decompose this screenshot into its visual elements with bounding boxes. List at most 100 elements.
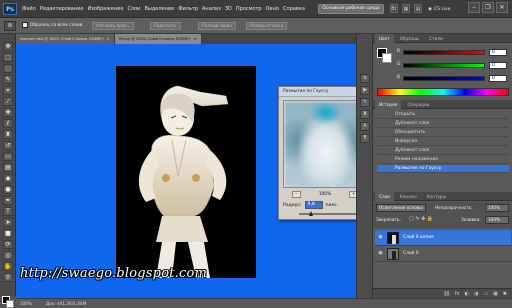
history-item[interactable]: Дубликат слоя [377, 147, 509, 155]
zoom-level[interactable]: 100% [20, 299, 32, 308]
refine-edge-button[interactable]: Уточнить края... [92, 22, 135, 30]
menu-layers[interactable]: Слои [127, 6, 140, 12]
menu-help[interactable]: Справка [283, 6, 305, 12]
new-layer-icon[interactable]: ▣ [493, 291, 498, 297]
link-icon[interactable]: ⛓ [443, 291, 449, 297]
background-color-swatch[interactable] [6, 300, 14, 308]
lasso-icon[interactable]: ◌ [3, 64, 13, 73]
type-icon[interactable]: T [3, 207, 13, 216]
color-bg-swatch[interactable] [382, 53, 392, 63]
layer-row[interactable]: ◉ Слой 0 [375, 246, 511, 262]
crop-icon[interactable]: ⌗ [3, 86, 13, 95]
color-ramp[interactable] [377, 88, 509, 96]
cs-live[interactable]: ◉ CS Live [428, 4, 451, 14]
actions-panel-icon[interactable]: ▶ [360, 86, 370, 95]
mask-icon[interactable]: ◐ [465, 291, 469, 297]
minibridge-icon[interactable]: ▦ [402, 4, 410, 13]
filter-preview[interactable] [283, 100, 367, 188]
layer-name[interactable]: Слой 0 копия [403, 233, 434, 243]
channel-r-slider[interactable] [403, 50, 485, 55]
history-panel-icon[interactable]: ⧖ [360, 74, 370, 83]
tab-actions[interactable]: Операции [403, 100, 433, 109]
fx-icon[interactable]: fx [455, 291, 460, 297]
trash-icon[interactable]: ✖ [503, 291, 507, 297]
menu-filter[interactable]: Фильтр [178, 6, 198, 12]
eye-icon[interactable]: ◉ [377, 234, 384, 241]
brush-panel-icon[interactable]: ✎ [360, 98, 370, 107]
eyedropper-icon[interactable]: ⁄ [3, 97, 13, 106]
quick-select-icon[interactable]: ✎ [3, 75, 13, 84]
checkbox-box[interactable] [22, 22, 28, 28]
menu-analysis[interactable]: Анализ [202, 6, 221, 12]
fit-button[interactable]: Подогнать [150, 22, 181, 30]
move-icon[interactable]: ✥ [3, 42, 13, 51]
channel-g-slider[interactable] [403, 63, 485, 68]
tab-channels[interactable]: Каналы [396, 192, 421, 201]
paragraph-panel-icon[interactable]: ¶ [360, 134, 370, 143]
history-item[interactable]: Обесцветить [377, 129, 509, 137]
tab-paths[interactable]: Контуры [423, 192, 450, 201]
channel-b-slider[interactable] [403, 76, 485, 81]
close-button[interactable]: ✕ [496, 2, 508, 13]
zoom-icon[interactable]: ⚲ [3, 273, 13, 282]
full-screen-button[interactable]: Полный экран [198, 22, 236, 30]
menu-view[interactable]: Просмотр [236, 6, 262, 12]
fill-input[interactable]: 100% [485, 216, 509, 224]
adjustment-icon[interactable]: ◑ [474, 291, 478, 297]
menu-file[interactable]: Файл [22, 6, 36, 12]
pen-icon[interactable]: ✒ [3, 196, 13, 205]
hand-icon[interactable]: ✋ [3, 262, 13, 271]
tab-document-2[interactable]: 09.jpg @ 100% (Слой 0 копия, RGB/8*) × [114, 34, 202, 44]
radius-slider-track[interactable] [299, 213, 359, 215]
3d-camera-icon[interactable]: ◎ [3, 251, 13, 260]
shape-icon[interactable]: ■ [3, 229, 13, 238]
menu-image[interactable]: Изображение [87, 6, 123, 12]
lock-icon[interactable]: ▢ ✎ ✥ 🔒 [409, 216, 433, 222]
3d-rotate-icon[interactable]: ⟳ [3, 240, 13, 249]
sample-all-layers-checkbox[interactable]: Образец со всех слоев [22, 22, 82, 28]
radius-input[interactable]: 9,8 [304, 201, 323, 209]
tab-styles[interactable]: Стили [425, 34, 446, 43]
menu-edit[interactable]: Редактирование [40, 6, 84, 12]
layer-name[interactable]: Слой 0 [403, 249, 419, 259]
history-item-selected[interactable]: Размытие по Гауссу [377, 165, 509, 173]
photoshop-logo[interactable]: Ps [3, 3, 17, 15]
stamp-icon[interactable]: ♜ [3, 130, 13, 139]
menu-window[interactable]: Окно [266, 6, 279, 12]
opacity-input[interactable]: 100% [485, 204, 509, 212]
print-size-button[interactable]: Размер оттиска [246, 22, 288, 30]
blur-icon[interactable]: ◆ [3, 174, 13, 183]
maximize-button[interactable]: ❐ [482, 2, 494, 13]
menu-3d[interactable]: 3D [225, 6, 232, 12]
tab-layers[interactable]: Слои [375, 192, 394, 201]
history-item[interactable]: Режим наложения [377, 156, 509, 164]
blend-mode-select[interactable]: Осветление основы [376, 204, 426, 212]
gradient-icon[interactable]: ▤ [3, 163, 13, 172]
image-layer[interactable] [116, 66, 256, 278]
history-item[interactable]: Открыть [377, 111, 509, 119]
tab-history[interactable]: История [375, 100, 402, 109]
menu-select[interactable]: Выделение [144, 6, 174, 12]
channel-g-value[interactable]: 0 [489, 62, 507, 69]
channel-r-value[interactable]: 0 [489, 49, 507, 56]
zoom-out-button[interactable]: – [291, 190, 301, 198]
path-select-icon[interactable]: ➤ [3, 218, 13, 227]
workspace-button[interactable]: Основная рабочая среда [318, 4, 384, 14]
bridge-icon[interactable]: Br [390, 4, 398, 13]
history-item[interactable]: Дубликат слоя [377, 120, 509, 128]
clone-source-icon[interactable]: ♜ [360, 110, 370, 119]
channel-b-value[interactable]: 0 [489, 75, 507, 82]
tool-preset-icon[interactable]: ⊚ [4, 21, 16, 31]
brush-icon[interactable]: ℓ [3, 119, 13, 128]
tab-close-icon[interactable]: × [107, 34, 110, 44]
dodge-icon[interactable]: ● [3, 185, 13, 194]
eraser-icon[interactable]: ▭ [3, 152, 13, 161]
eye-icon[interactable]: ◉ [377, 250, 384, 257]
tab-document-1[interactable]: портрет.psd @ 100% (Слой 0 копия, RGB/8*… [16, 34, 115, 44]
healing-icon[interactable]: ✚ [3, 108, 13, 117]
tab-color[interactable]: Цвет [375, 34, 394, 43]
tab-swatches[interactable]: Образцы [396, 34, 424, 43]
character-panel-icon[interactable]: A [360, 122, 370, 131]
tab-close-icon[interactable]: × [194, 34, 197, 44]
minimize-button[interactable]: – [468, 2, 480, 13]
